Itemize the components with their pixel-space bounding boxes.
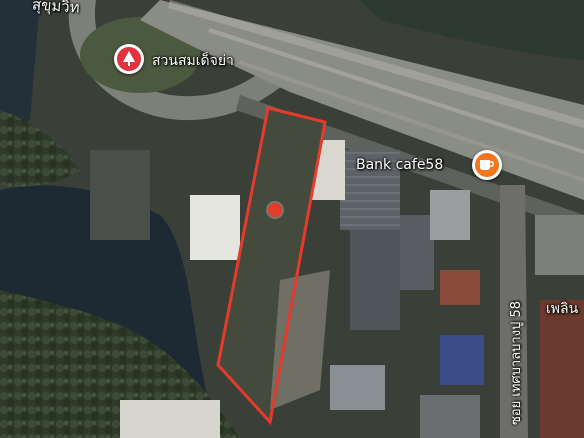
cafe-label[interactable]: Bank cafe58 bbox=[356, 157, 443, 173]
satellite-map[interactable]: สุขุมวิท สวนสมเด็จย่า Bank cafe58 ซอย เท… bbox=[0, 0, 584, 438]
location-dot-icon[interactable] bbox=[268, 203, 282, 217]
coffee-cup-icon bbox=[475, 153, 499, 177]
parcel-outline[interactable] bbox=[0, 0, 584, 438]
road-label-sukhumvit: สุขุมวิท bbox=[31, 0, 81, 17]
edge-place-label: เพลิน bbox=[546, 301, 579, 317]
park-pin[interactable] bbox=[114, 44, 144, 74]
cafe-pin[interactable] bbox=[472, 150, 502, 180]
tree-icon bbox=[117, 47, 141, 71]
park-label[interactable]: สวนสมเด็จย่า bbox=[152, 50, 234, 72]
soi-label: ซอย เทศบาลบางปู 58 bbox=[509, 301, 524, 425]
